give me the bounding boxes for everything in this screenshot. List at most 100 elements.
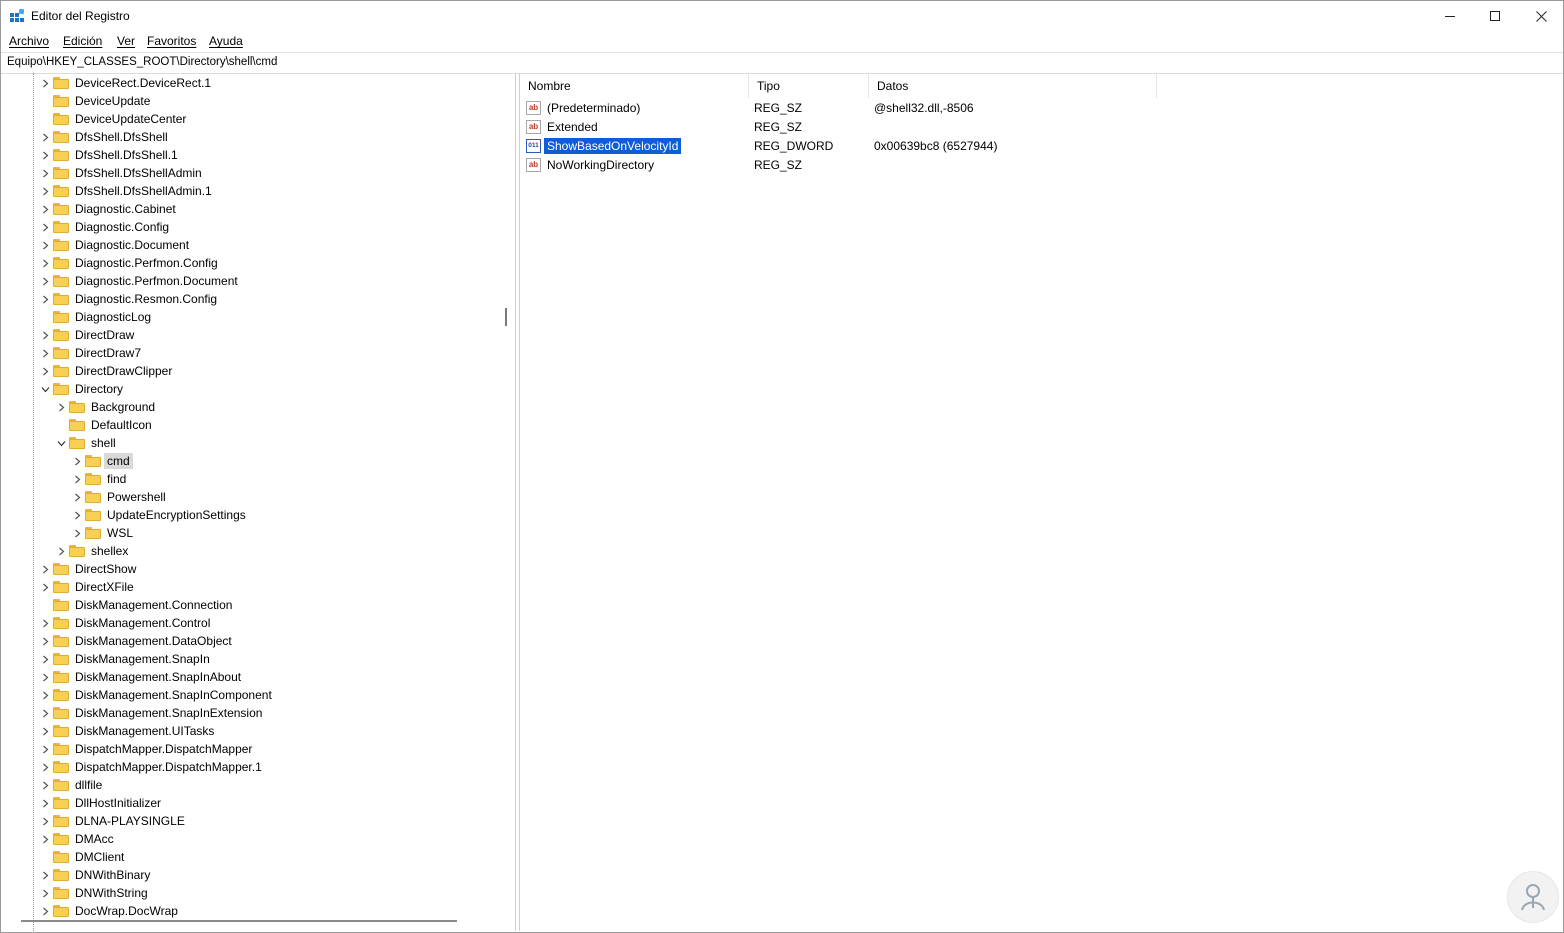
tree-node[interactable]: DfsShell.DfsShellAdmin (39, 164, 205, 182)
tree-node[interactable]: DllHostInitializer (39, 794, 164, 812)
chevron-right-icon[interactable] (39, 182, 51, 200)
tree-node-label[interactable]: Diagnostic.Config (72, 219, 172, 235)
tree-node-label[interactable]: DNWithBinary (72, 867, 153, 883)
tree-node-label[interactable]: DiskManagement.SnapInExtension (72, 705, 265, 721)
chevron-right-icon[interactable] (55, 398, 67, 416)
values-list-pane[interactable]: Nombre Tipo Datos ab (Predeterminado) REG_… (519, 73, 1563, 931)
tree-node-label[interactable]: Diagnostic.Perfmon.Document (72, 273, 241, 289)
tree-node[interactable]: WSL (71, 524, 136, 542)
chevron-right-icon[interactable] (39, 884, 51, 902)
chevron-right-icon[interactable] (39, 812, 51, 830)
tree-node-label[interactable]: DirectShow (72, 561, 139, 577)
tree-node-label[interactable]: DefaultIcon (88, 417, 155, 433)
value-row[interactable]: ab NoWorkingDirectory (526, 156, 657, 174)
tree-node-label[interactable]: DllHostInitializer (72, 795, 164, 811)
tree-node-label[interactable]: DirectDraw (72, 327, 137, 343)
chevron-right-icon[interactable] (39, 560, 51, 578)
tree-node-label[interactable]: DNWithString (72, 885, 151, 901)
tree-node-label[interactable]: Powershell (104, 489, 169, 505)
column-header-type[interactable]: Tipo (749, 73, 869, 98)
key-tree-pane[interactable]: DeviceRect.DeviceRect.1 DeviceUpdate Devic… (1, 73, 516, 931)
tree-node[interactable]: DeviceUpdate (39, 92, 153, 110)
tree-node[interactable]: DMClient (39, 848, 127, 866)
chevron-right-icon[interactable] (39, 740, 51, 758)
chevron-right-icon[interactable] (71, 470, 83, 488)
tree-node[interactable]: DiskManagement.Connection (39, 596, 235, 614)
chevron-right-icon[interactable] (39, 74, 51, 92)
tree-node-label[interactable]: shellex (88, 543, 131, 559)
menu-ver[interactable]: Ver (117, 34, 135, 48)
menu-archivo[interactable]: Archivo (9, 34, 49, 48)
tree-node[interactable]: Diagnostic.Perfmon.Config (39, 254, 221, 272)
tree-node[interactable]: cmd (71, 452, 133, 470)
chevron-right-icon[interactable] (39, 290, 51, 308)
tree-node-label[interactable]: Diagnostic.Cabinet (72, 201, 179, 217)
tree-node[interactable]: shell (55, 434, 119, 452)
tree-node[interactable]: Powershell (71, 488, 169, 506)
tree-node-label[interactable]: DeviceUpdateCenter (72, 111, 189, 127)
close-button[interactable] (1518, 1, 1563, 31)
tree-node[interactable]: DirectDraw7 (39, 344, 144, 362)
chevron-right-icon[interactable] (55, 542, 67, 560)
chevron-right-icon[interactable] (39, 272, 51, 290)
tree-node-label[interactable]: DiskManagement.SnapInAbout (72, 669, 244, 685)
tree-node-label[interactable]: DMClient (72, 849, 127, 865)
tree-node[interactable]: DNWithBinary (39, 866, 153, 884)
chevron-down-icon[interactable] (39, 380, 51, 398)
tree-node[interactable]: DiskManagement.SnapInExtension (39, 704, 265, 722)
tree-node[interactable]: Diagnostic.Document (39, 236, 192, 254)
tree-node-label[interactable]: DirectXFile (72, 579, 137, 595)
tree-node[interactable]: DocWrap.DocWrap (39, 902, 181, 920)
chevron-right-icon[interactable] (39, 362, 51, 380)
chevron-right-icon[interactable] (39, 254, 51, 272)
tree-node-label[interactable]: UpdateEncryptionSettings (104, 507, 249, 523)
tree-node[interactable]: DfsShell.DfsShellAdmin.1 (39, 182, 215, 200)
tree-node[interactable]: DiskManagement.UITasks (39, 722, 217, 740)
chevron-right-icon[interactable] (39, 758, 51, 776)
tree-node[interactable]: shellex (55, 542, 131, 560)
tree-node[interactable]: DNWithString (39, 884, 151, 902)
tree-node[interactable]: DispatchMapper.DispatchMapper (39, 740, 255, 758)
tree-node-label[interactable]: DiskManagement.SnapInComponent (72, 687, 275, 703)
chevron-right-icon[interactable] (39, 146, 51, 164)
tree-node[interactable]: DiskManagement.DataObject (39, 632, 235, 650)
tree-node-label[interactable]: DiagnosticLog (72, 309, 154, 325)
tree-node[interactable]: Diagnostic.Cabinet (39, 200, 179, 218)
tree-node-label[interactable]: Diagnostic.Resmon.Config (72, 291, 220, 307)
value-name[interactable]: ShowBasedOnVelocityId (542, 137, 683, 155)
tree-node-label[interactable]: DfsShell.DfsShell.1 (72, 147, 181, 163)
tree-node[interactable]: dllfile (39, 776, 105, 794)
tree-node-label[interactable]: DeviceRect.DeviceRect.1 (72, 75, 214, 91)
chevron-right-icon[interactable] (39, 686, 51, 704)
value-name[interactable]: (Predeterminado) (544, 100, 643, 116)
tree-node-label[interactable]: DiskManagement.Connection (72, 597, 235, 613)
tree-node-label[interactable]: DispatchMapper.DispatchMapper (72, 741, 255, 757)
tree-node-label[interactable]: Diagnostic.Document (72, 237, 192, 253)
chevron-right-icon[interactable] (39, 344, 51, 362)
chevron-right-icon[interactable] (39, 632, 51, 650)
chevron-right-icon[interactable] (39, 830, 51, 848)
chevron-right-icon[interactable] (71, 524, 83, 542)
tree-node-label[interactable]: shell (88, 435, 119, 451)
tree-node[interactable]: DiskManagement.SnapIn (39, 650, 213, 668)
chevron-right-icon[interactable] (39, 236, 51, 254)
tree-node[interactable]: Background (55, 398, 158, 416)
column-header-data[interactable]: Datos (869, 73, 1157, 98)
column-header-name[interactable]: Nombre (520, 73, 749, 98)
value-name[interactable]: Extended (544, 119, 601, 135)
chevron-right-icon[interactable] (39, 668, 51, 686)
tree-node[interactable]: UpdateEncryptionSettings (71, 506, 249, 524)
address-path[interactable]: Equipo\HKEY_CLASSES_ROOT\Directory\shell… (7, 56, 277, 68)
tree-node[interactable]: DeviceRect.DeviceRect.1 (39, 74, 214, 92)
chevron-right-icon[interactable] (71, 452, 83, 470)
chevron-down-icon[interactable] (55, 434, 67, 452)
tree-node-label[interactable]: DispatchMapper.DispatchMapper.1 (72, 759, 265, 775)
scroll-grip[interactable] (505, 308, 507, 326)
value-row[interactable]: ab (Predeterminado) (526, 99, 643, 117)
tree-node[interactable]: DirectXFile (39, 578, 137, 596)
value-name[interactable]: NoWorkingDirectory (544, 157, 657, 173)
chevron-right-icon[interactable] (39, 776, 51, 794)
tree-node-label[interactable]: DeviceUpdate (72, 93, 153, 109)
tree-node[interactable]: DMAcc (39, 830, 117, 848)
tree-node-label[interactable]: DfsShell.DfsShellAdmin (72, 165, 205, 181)
